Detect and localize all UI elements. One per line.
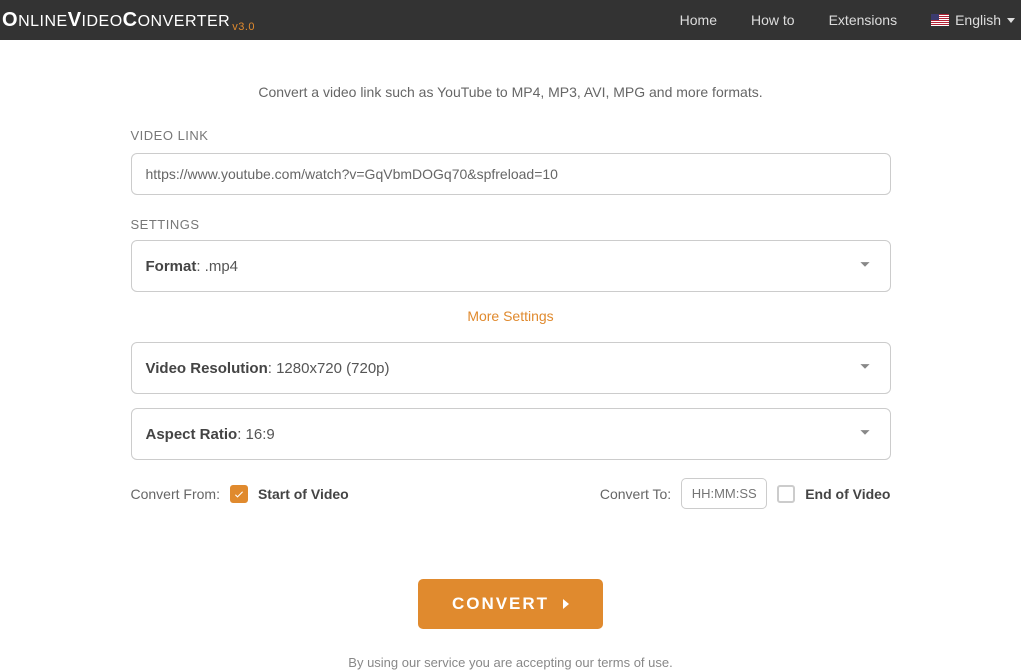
check-icon bbox=[233, 488, 245, 500]
us-flag-icon bbox=[931, 14, 949, 26]
logo-version: v3.0 bbox=[232, 21, 255, 33]
logo[interactable]: ONLINEVIDEOCONVERTER v3.0 bbox=[2, 9, 255, 32]
end-of-video-checkbox[interactable] bbox=[777, 485, 795, 503]
chevron-down-icon bbox=[854, 253, 876, 279]
convert-from-label: Convert From: bbox=[131, 486, 220, 502]
aspect-key: Aspect Ratio bbox=[146, 426, 238, 443]
page-subtitle: Convert a video link such as YouTube to … bbox=[131, 84, 891, 100]
logo-onverter: ONVERTER bbox=[138, 13, 231, 31]
time-row: Convert From: Start of Video Convert To:… bbox=[131, 478, 891, 509]
start-of-video-label: Start of Video bbox=[258, 486, 349, 502]
logo-v: V bbox=[68, 9, 82, 32]
arrow-right-icon bbox=[563, 599, 569, 609]
aspect-ratio-dropdown[interactable]: Aspect Ratio: 16:9 bbox=[131, 408, 891, 460]
caret-down-icon bbox=[1007, 18, 1015, 23]
nav-extensions[interactable]: Extensions bbox=[829, 12, 897, 28]
chevron-down-icon bbox=[854, 421, 876, 447]
settings-label: SETTINGS bbox=[131, 217, 891, 232]
language-label: English bbox=[955, 12, 1001, 28]
resolution-dropdown[interactable]: Video Resolution: 1280x720 (720p) bbox=[131, 342, 891, 394]
resolution-key: Video Resolution bbox=[146, 360, 268, 377]
top-bar: ONLINEVIDEOCONVERTER v3.0 Home How to Ex… bbox=[0, 0, 1021, 40]
aspect-value: : 16:9 bbox=[237, 426, 275, 443]
video-link-input[interactable] bbox=[131, 153, 891, 195]
end-of-video-label: End of Video bbox=[805, 486, 890, 502]
logo-o: O bbox=[2, 9, 18, 32]
language-selector[interactable]: English bbox=[931, 12, 1015, 28]
format-value: : .mp4 bbox=[196, 258, 238, 275]
start-of-video-checkbox[interactable] bbox=[230, 485, 248, 503]
more-settings-link[interactable]: More Settings bbox=[131, 308, 891, 324]
logo-nline: NLINE bbox=[18, 13, 68, 31]
video-link-label: VIDEO LINK bbox=[131, 128, 891, 143]
nav: Home How to Extensions English bbox=[680, 12, 1015, 28]
chevron-down-icon bbox=[854, 355, 876, 381]
convert-to-label: Convert To: bbox=[600, 486, 671, 502]
terms-text: By using our service you are accepting o… bbox=[131, 655, 891, 670]
nav-howto[interactable]: How to bbox=[751, 12, 795, 28]
format-dropdown[interactable]: Format: .mp4 bbox=[131, 240, 891, 292]
format-key: Format bbox=[146, 258, 197, 275]
convert-to-time-input[interactable] bbox=[681, 478, 767, 509]
convert-button-label: CONVERT bbox=[452, 594, 549, 614]
logo-ideo: IDEO bbox=[82, 13, 123, 31]
main-content: Convert a video link such as YouTube to … bbox=[131, 40, 891, 670]
convert-button[interactable]: CONVERT bbox=[418, 579, 603, 629]
resolution-value: : 1280x720 (720p) bbox=[268, 360, 390, 377]
nav-home[interactable]: Home bbox=[680, 12, 717, 28]
logo-c: C bbox=[123, 9, 138, 32]
